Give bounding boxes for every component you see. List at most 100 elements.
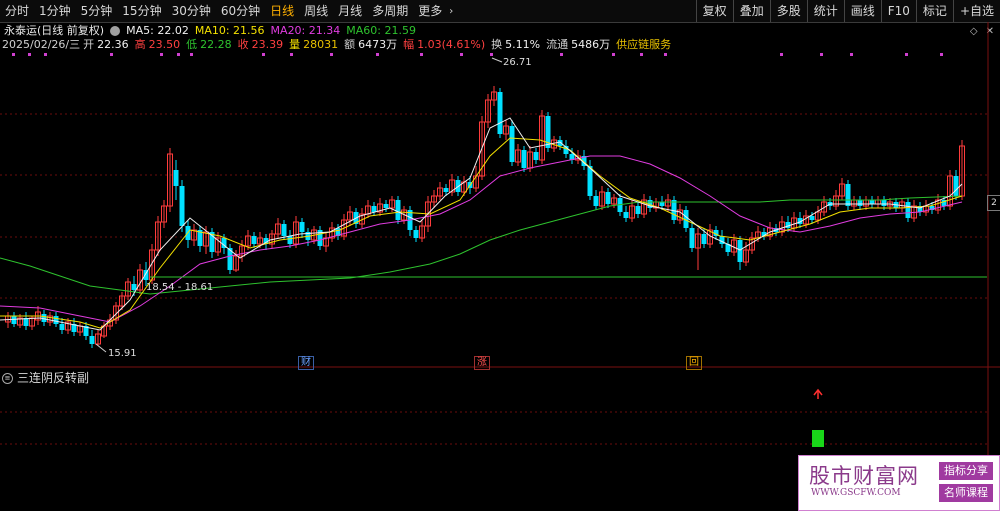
candle <box>605 188 611 208</box>
candle <box>641 194 647 218</box>
high-marker-annotation: 26.71 <box>491 57 532 68</box>
candle <box>383 200 389 212</box>
candle-body <box>281 224 287 236</box>
menu-icon[interactable]: ≡ <box>2 372 13 384</box>
candle-body <box>905 202 911 218</box>
kline-chart: 26.71 15.91 18.54 - 18.61 <box>0 22 1000 511</box>
marker-dot <box>940 53 943 56</box>
candle <box>695 228 701 270</box>
candle <box>323 232 329 252</box>
candle-body <box>869 200 875 204</box>
candle-body <box>521 150 527 168</box>
event-mark-rise[interactable]: 涨 <box>474 356 490 370</box>
candle <box>209 228 215 258</box>
watermark-url: WWW.GSCFW.COM <box>811 488 901 498</box>
site-watermark: 股市财富网 WWW.GSCFW.COM 指标分享 名师课程 <box>798 455 1000 511</box>
marker-dot <box>612 53 615 56</box>
candle <box>167 148 173 212</box>
candle <box>533 148 539 164</box>
candle-body <box>413 230 419 238</box>
candle <box>509 120 515 166</box>
candle <box>719 230 725 248</box>
candle <box>365 200 371 218</box>
candle <box>461 176 467 196</box>
candle <box>371 202 377 216</box>
candle <box>689 222 695 252</box>
candle <box>635 202 641 218</box>
candle <box>161 200 167 228</box>
marker-dot <box>490 53 493 56</box>
event-mark-finance[interactable]: 财 <box>298 356 314 370</box>
candle-body <box>131 284 137 290</box>
marker-dot <box>664 53 667 56</box>
candle-body <box>509 126 515 162</box>
candle-body <box>701 234 707 244</box>
marker-dot <box>160 53 163 56</box>
marker-dot <box>560 53 563 56</box>
high-marker-text: 26.71 <box>503 57 532 68</box>
candle <box>455 176 461 196</box>
candle <box>113 302 119 324</box>
watermark-title: 股市财富网 <box>809 464 919 488</box>
marker-dot <box>820 53 823 56</box>
range-label: 18.54 - 18.61 <box>146 282 213 293</box>
candle-body <box>623 212 629 218</box>
candle-body <box>287 236 293 244</box>
candle <box>395 196 401 224</box>
candle <box>89 330 95 348</box>
candle <box>869 196 875 208</box>
candle <box>437 182 443 200</box>
marker-dot <box>190 53 193 56</box>
candle-body <box>587 166 593 196</box>
candle <box>497 88 503 138</box>
candle-body <box>455 180 461 192</box>
signal-green-bar <box>812 430 824 447</box>
candle <box>503 120 509 140</box>
candle <box>953 170 959 200</box>
candle <box>485 94 491 128</box>
candle <box>959 140 965 200</box>
candle <box>845 180 851 210</box>
marker-dot <box>262 53 265 56</box>
marker-dot <box>110 53 113 56</box>
candle-body <box>659 202 665 206</box>
candle <box>377 198 383 216</box>
watermark-tag-share: 指标分享 <box>939 462 993 480</box>
ma10-line <box>0 137 963 329</box>
marker-dot <box>850 53 853 56</box>
candle <box>923 200 929 216</box>
marker-dot <box>330 53 333 56</box>
marker-dot <box>905 53 908 56</box>
candle-body <box>11 316 17 324</box>
candle-body <box>635 206 641 214</box>
candle <box>917 202 923 216</box>
marker-dot <box>290 53 293 56</box>
candle <box>137 264 143 294</box>
candle-body <box>173 170 179 186</box>
candle-body <box>497 92 503 134</box>
sub-chart-title[interactable]: 三连阴反转副 <box>17 371 89 385</box>
low-marker-annotation: 15.91 <box>95 343 137 359</box>
candle <box>857 196 863 210</box>
event-mark-repurchase[interactable]: 回 <box>686 356 702 370</box>
marker-dot <box>640 53 643 56</box>
candle <box>359 208 365 228</box>
candle <box>725 238 731 256</box>
candle <box>779 216 785 236</box>
candle <box>905 198 911 222</box>
candle <box>299 218 305 238</box>
top-dot-row <box>12 53 943 56</box>
candle-body <box>845 184 851 206</box>
candle-body <box>857 200 863 206</box>
candle-body <box>251 236 257 244</box>
candle <box>275 218 281 238</box>
candle <box>125 278 131 300</box>
candle <box>77 322 83 336</box>
candle-body <box>395 200 401 220</box>
candle <box>23 312 29 330</box>
candlestick-series <box>5 86 965 348</box>
candle <box>53 312 59 327</box>
candle-body <box>89 336 95 344</box>
price-edge-label: 2 <box>987 195 1000 211</box>
marker-dot <box>44 53 47 56</box>
